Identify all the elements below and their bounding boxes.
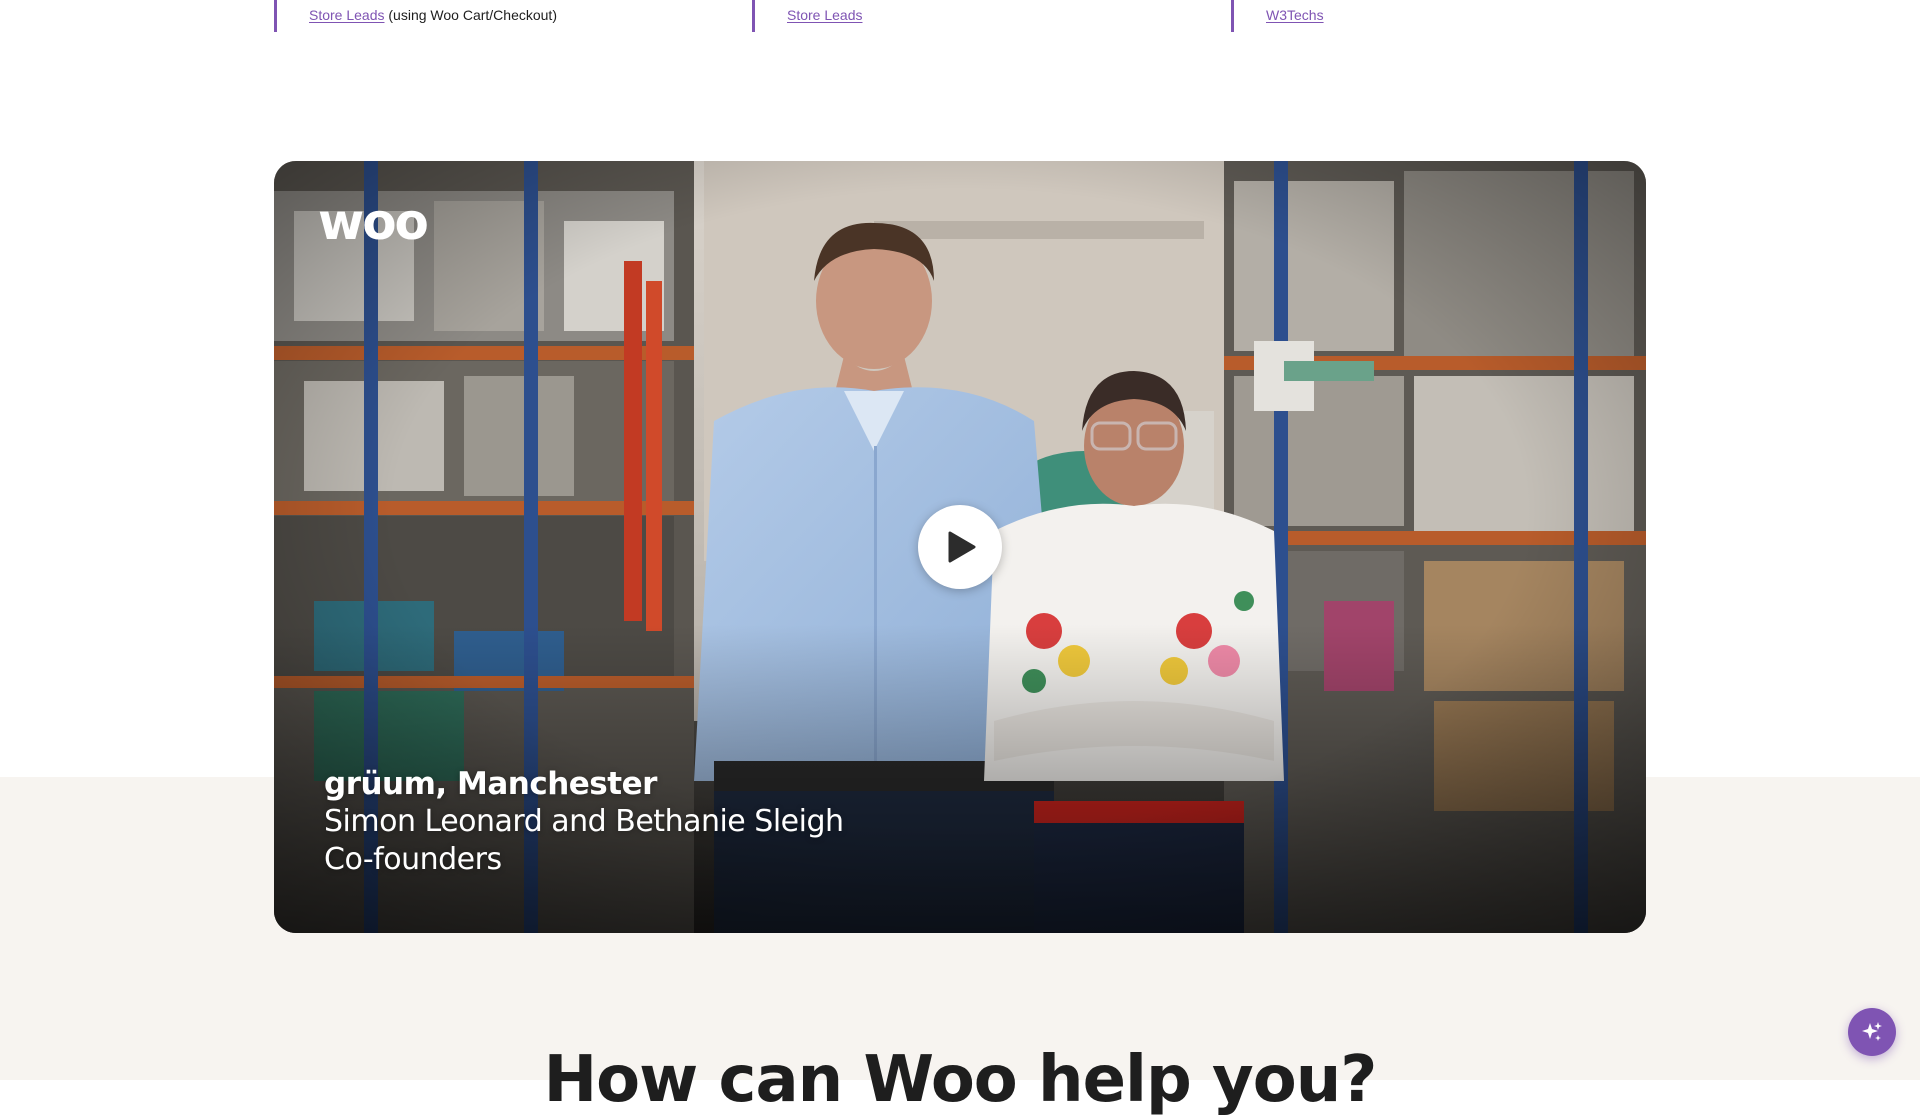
ai-assistant-button[interactable]: [1848, 1008, 1896, 1056]
caption-role: Co-founders: [324, 842, 502, 877]
play-button[interactable]: [918, 505, 1002, 589]
source-item: W3Techs: [1231, 0, 1646, 32]
caption-brand: grüum, Manchester: [324, 766, 657, 802]
source-link-store-leads[interactable]: Store Leads: [787, 7, 863, 23]
caption-names: Simon Leonard and Bethanie Sleigh: [324, 804, 844, 839]
source-item: Store Leads: [752, 0, 1231, 32]
source-note: (using Woo Cart/Checkout): [388, 7, 557, 23]
video-caption: grüum, Manchester Simon Leonard and Beth…: [324, 765, 844, 879]
video-card[interactable]: woo grüum, Manchester Simon Leonard and …: [274, 161, 1646, 933]
woo-logo-text: woo: [318, 199, 428, 247]
woo-logo: woo: [318, 199, 430, 247]
sparkle-icon: [1862, 1022, 1882, 1041]
source-item: Store Leads (using Woo Cart/Checkout): [274, 0, 752, 32]
section-heading: How can Woo help you?: [543, 1043, 1378, 1117]
sources-row: Store Leads (using Woo Cart/Checkout) St…: [274, 0, 1646, 32]
play-icon: [948, 531, 976, 563]
source-link-w3techs[interactable]: W3Techs: [1266, 7, 1324, 23]
source-link-store-leads[interactable]: Store Leads: [309, 7, 385, 23]
